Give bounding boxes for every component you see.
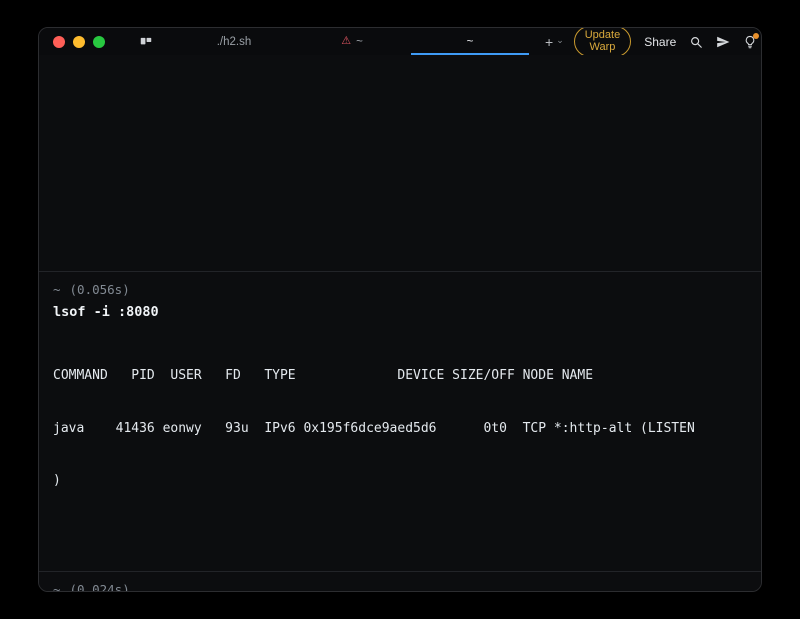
update-warp-button[interactable]: Update Warp	[573, 28, 632, 57]
command-block-lsof[interactable]: ~ (0.056s) lsof -i :8080 COMMAND PID USE…	[39, 271, 761, 571]
warning-icon: ⚠	[341, 35, 352, 47]
block-prompt-path: ~	[53, 282, 61, 297]
tab-home-warning[interactable]: ⚠ ~	[293, 28, 411, 55]
titlebar[interactable]: ./h2.sh ⚠ ~ ~ + ⌄ Update Warp Share	[39, 28, 761, 57]
block-prompt-path: ~	[53, 581, 61, 592]
output-line: )	[53, 473, 61, 488]
block-meta: ~ (0.024s)	[53, 581, 747, 592]
empty-scrollback-block	[39, 55, 761, 271]
notification-dot	[753, 32, 760, 39]
zoom-button[interactable]	[93, 35, 105, 48]
tab-bar: ./h2.sh ⚠ ~ ~ + ⌄	[175, 28, 574, 55]
workspace-icon[interactable]	[139, 35, 153, 49]
send-plane-icon[interactable]	[716, 35, 730, 49]
search-icon[interactable]	[689, 35, 703, 49]
lightbulb-icon[interactable]	[743, 32, 760, 49]
close-button[interactable]	[53, 35, 65, 48]
titlebar-actions: Update Warp Share	[573, 28, 761, 57]
share-button[interactable]: Share	[644, 35, 676, 49]
command-block-kill[interactable]: ~ (0.024s) kill -9 41436	[39, 570, 761, 592]
chevron-down-icon: ⌄	[556, 35, 564, 45]
block-meta: ~ (0.056s)	[53, 281, 747, 298]
tab-label: ./h2.sh	[216, 35, 252, 48]
traffic-lights	[53, 35, 105, 48]
minimize-button[interactable]	[73, 35, 85, 48]
new-tab-button[interactable]: + ⌄	[535, 28, 574, 55]
tab-label: ~	[466, 35, 474, 48]
command-text: lsof -i :8080	[53, 304, 159, 320]
block-duration: (0.056s)	[69, 282, 130, 297]
terminal-pane[interactable]: ~ (0.056s) lsof -i :8080 COMMAND PID USE…	[39, 55, 761, 592]
command-output: COMMAND PID USER FD TYPE DEVICE SIZE/OFF…	[53, 332, 747, 525]
workspace-icon-glyph	[140, 37, 152, 44]
plus-icon: +	[545, 33, 554, 50]
tab-home-active[interactable]: ~	[411, 28, 529, 55]
output-line: COMMAND PID USER FD TYPE DEVICE SIZE/OFF…	[53, 368, 594, 383]
terminal-window: ./h2.sh ⚠ ~ ~ + ⌄ Update Warp Share ~ (0…	[38, 27, 762, 592]
tab-h2-script[interactable]: ./h2.sh	[175, 28, 293, 55]
block-duration: (0.024s)	[69, 581, 130, 592]
output-line: java 41436 eonwy 93u IPv6 0x195f6dce9aed…	[53, 420, 695, 436]
tab-label: ~	[356, 35, 363, 48]
